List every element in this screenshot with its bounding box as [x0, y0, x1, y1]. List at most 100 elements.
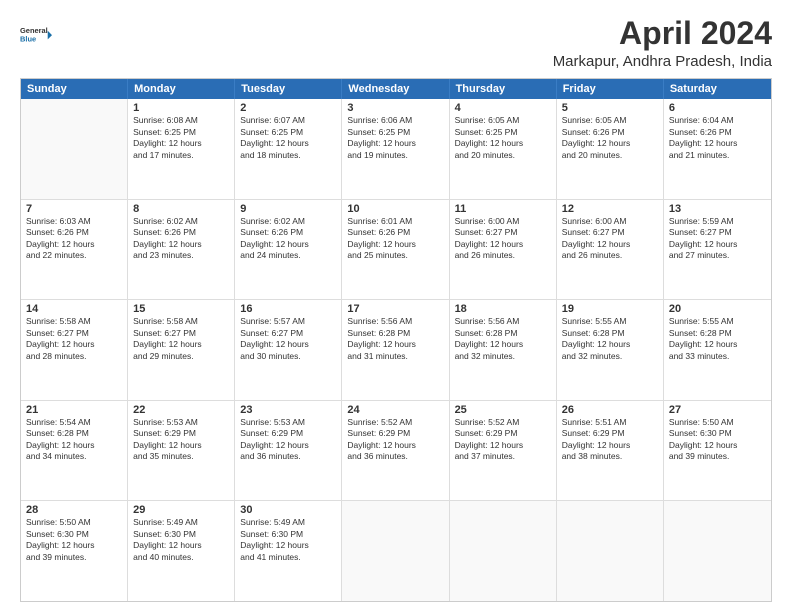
day-cell-19: 19Sunrise: 5:55 AM Sunset: 6:28 PM Dayli…	[557, 300, 664, 400]
day-cell-25: 25Sunrise: 5:52 AM Sunset: 6:29 PM Dayli…	[450, 401, 557, 501]
day-info: Sunrise: 5:55 AM Sunset: 6:28 PM Dayligh…	[669, 316, 766, 362]
day-info: Sunrise: 6:08 AM Sunset: 6:25 PM Dayligh…	[133, 115, 229, 161]
day-info: Sunrise: 5:58 AM Sunset: 6:27 PM Dayligh…	[26, 316, 122, 362]
day-info: Sunrise: 6:03 AM Sunset: 6:26 PM Dayligh…	[26, 216, 122, 262]
day-cell-6: 6Sunrise: 6:04 AM Sunset: 6:26 PM Daylig…	[664, 99, 771, 199]
day-cell-23: 23Sunrise: 5:53 AM Sunset: 6:29 PM Dayli…	[235, 401, 342, 501]
day-number: 22	[133, 404, 229, 416]
svg-text:Blue: Blue	[20, 34, 36, 43]
day-cell-12: 12Sunrise: 6:00 AM Sunset: 6:27 PM Dayli…	[557, 200, 664, 300]
day-number: 6	[669, 102, 766, 114]
day-info: Sunrise: 6:07 AM Sunset: 6:25 PM Dayligh…	[240, 115, 336, 161]
day-cell-22: 22Sunrise: 5:53 AM Sunset: 6:29 PM Dayli…	[128, 401, 235, 501]
calendar-week-3: 14Sunrise: 5:58 AM Sunset: 6:27 PM Dayli…	[21, 300, 771, 401]
day-info: Sunrise: 5:56 AM Sunset: 6:28 PM Dayligh…	[347, 316, 443, 362]
day-info: Sunrise: 5:56 AM Sunset: 6:28 PM Dayligh…	[455, 316, 551, 362]
day-number: 8	[133, 203, 229, 215]
day-cell-26: 26Sunrise: 5:51 AM Sunset: 6:29 PM Dayli…	[557, 401, 664, 501]
calendar: SundayMondayTuesdayWednesdayThursdayFrid…	[20, 78, 772, 602]
day-number: 17	[347, 303, 443, 315]
header-day-saturday: Saturday	[664, 79, 771, 99]
logo-svg: General Blue	[20, 16, 52, 52]
day-cell-9: 9Sunrise: 6:02 AM Sunset: 6:26 PM Daylig…	[235, 200, 342, 300]
day-number: 2	[240, 102, 336, 114]
calendar-body: 1Sunrise: 6:08 AM Sunset: 6:25 PM Daylig…	[21, 99, 771, 601]
day-number: 12	[562, 203, 658, 215]
day-cell-11: 11Sunrise: 6:00 AM Sunset: 6:27 PM Dayli…	[450, 200, 557, 300]
day-cell-29: 29Sunrise: 5:49 AM Sunset: 6:30 PM Dayli…	[128, 501, 235, 601]
day-cell-13: 13Sunrise: 5:59 AM Sunset: 6:27 PM Dayli…	[664, 200, 771, 300]
day-info: Sunrise: 5:49 AM Sunset: 6:30 PM Dayligh…	[133, 517, 229, 563]
day-number: 16	[240, 303, 336, 315]
header-day-wednesday: Wednesday	[342, 79, 449, 99]
day-number: 24	[347, 404, 443, 416]
day-number: 13	[669, 203, 766, 215]
title-block: April 2024 Markapur, Andhra Pradesh, Ind…	[553, 16, 772, 70]
svg-text:General: General	[20, 26, 48, 35]
day-info: Sunrise: 5:52 AM Sunset: 6:29 PM Dayligh…	[455, 417, 551, 463]
day-info: Sunrise: 5:49 AM Sunset: 6:30 PM Dayligh…	[240, 517, 336, 563]
day-info: Sunrise: 6:00 AM Sunset: 6:27 PM Dayligh…	[455, 216, 551, 262]
page: General Blue April 2024 Markapur, Andhra…	[0, 0, 792, 612]
day-number: 27	[669, 404, 766, 416]
calendar-week-1: 1Sunrise: 6:08 AM Sunset: 6:25 PM Daylig…	[21, 99, 771, 200]
calendar-header: SundayMondayTuesdayWednesdayThursdayFrid…	[21, 79, 771, 99]
day-cell-30: 30Sunrise: 5:49 AM Sunset: 6:30 PM Dayli…	[235, 501, 342, 601]
day-cell-24: 24Sunrise: 5:52 AM Sunset: 6:29 PM Dayli…	[342, 401, 449, 501]
day-number: 19	[562, 303, 658, 315]
day-info: Sunrise: 5:54 AM Sunset: 6:28 PM Dayligh…	[26, 417, 122, 463]
calendar-week-2: 7Sunrise: 6:03 AM Sunset: 6:26 PM Daylig…	[21, 200, 771, 301]
day-info: Sunrise: 6:02 AM Sunset: 6:26 PM Dayligh…	[133, 216, 229, 262]
main-title: April 2024	[553, 16, 772, 51]
day-info: Sunrise: 6:05 AM Sunset: 6:26 PM Dayligh…	[562, 115, 658, 161]
day-cell-5: 5Sunrise: 6:05 AM Sunset: 6:26 PM Daylig…	[557, 99, 664, 199]
day-cell-14: 14Sunrise: 5:58 AM Sunset: 6:27 PM Dayli…	[21, 300, 128, 400]
day-number: 29	[133, 504, 229, 516]
day-number: 21	[26, 404, 122, 416]
subtitle: Markapur, Andhra Pradesh, India	[553, 53, 772, 70]
day-cell-17: 17Sunrise: 5:56 AM Sunset: 6:28 PM Dayli…	[342, 300, 449, 400]
day-cell-27: 27Sunrise: 5:50 AM Sunset: 6:30 PM Dayli…	[664, 401, 771, 501]
day-number: 18	[455, 303, 551, 315]
day-info: Sunrise: 6:04 AM Sunset: 6:26 PM Dayligh…	[669, 115, 766, 161]
day-cell-3: 3Sunrise: 6:06 AM Sunset: 6:25 PM Daylig…	[342, 99, 449, 199]
day-info: Sunrise: 5:50 AM Sunset: 6:30 PM Dayligh…	[669, 417, 766, 463]
day-info: Sunrise: 5:58 AM Sunset: 6:27 PM Dayligh…	[133, 316, 229, 362]
day-number: 3	[347, 102, 443, 114]
logo: General Blue	[20, 16, 52, 52]
day-number: 28	[26, 504, 122, 516]
day-number: 26	[562, 404, 658, 416]
day-info: Sunrise: 6:05 AM Sunset: 6:25 PM Dayligh…	[455, 115, 551, 161]
empty-cell	[557, 501, 664, 601]
day-number: 15	[133, 303, 229, 315]
day-number: 10	[347, 203, 443, 215]
day-cell-20: 20Sunrise: 5:55 AM Sunset: 6:28 PM Dayli…	[664, 300, 771, 400]
empty-cell	[450, 501, 557, 601]
day-cell-28: 28Sunrise: 5:50 AM Sunset: 6:30 PM Dayli…	[21, 501, 128, 601]
day-number: 20	[669, 303, 766, 315]
day-info: Sunrise: 5:51 AM Sunset: 6:29 PM Dayligh…	[562, 417, 658, 463]
day-cell-2: 2Sunrise: 6:07 AM Sunset: 6:25 PM Daylig…	[235, 99, 342, 199]
calendar-week-5: 28Sunrise: 5:50 AM Sunset: 6:30 PM Dayli…	[21, 501, 771, 601]
day-number: 7	[26, 203, 122, 215]
header-day-tuesday: Tuesday	[235, 79, 342, 99]
day-number: 5	[562, 102, 658, 114]
day-info: Sunrise: 5:59 AM Sunset: 6:27 PM Dayligh…	[669, 216, 766, 262]
day-info: Sunrise: 5:53 AM Sunset: 6:29 PM Dayligh…	[133, 417, 229, 463]
day-info: Sunrise: 6:00 AM Sunset: 6:27 PM Dayligh…	[562, 216, 658, 262]
day-info: Sunrise: 6:06 AM Sunset: 6:25 PM Dayligh…	[347, 115, 443, 161]
header-day-friday: Friday	[557, 79, 664, 99]
day-info: Sunrise: 6:02 AM Sunset: 6:26 PM Dayligh…	[240, 216, 336, 262]
day-number: 25	[455, 404, 551, 416]
day-info: Sunrise: 5:50 AM Sunset: 6:30 PM Dayligh…	[26, 517, 122, 563]
day-cell-18: 18Sunrise: 5:56 AM Sunset: 6:28 PM Dayli…	[450, 300, 557, 400]
day-cell-1: 1Sunrise: 6:08 AM Sunset: 6:25 PM Daylig…	[128, 99, 235, 199]
empty-cell	[21, 99, 128, 199]
day-number: 30	[240, 504, 336, 516]
day-number: 9	[240, 203, 336, 215]
header: General Blue April 2024 Markapur, Andhra…	[20, 16, 772, 70]
day-info: Sunrise: 5:57 AM Sunset: 6:27 PM Dayligh…	[240, 316, 336, 362]
day-cell-21: 21Sunrise: 5:54 AM Sunset: 6:28 PM Dayli…	[21, 401, 128, 501]
header-day-monday: Monday	[128, 79, 235, 99]
day-cell-16: 16Sunrise: 5:57 AM Sunset: 6:27 PM Dayli…	[235, 300, 342, 400]
